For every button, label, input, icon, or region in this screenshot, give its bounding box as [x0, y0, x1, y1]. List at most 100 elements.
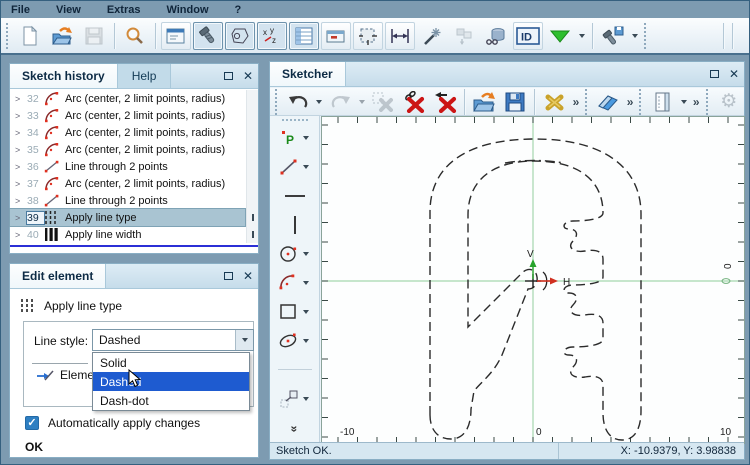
history-scrollbar[interactable] — [246, 90, 258, 243]
parts-copy-button[interactable] — [449, 22, 479, 50]
tool-caret-icon[interactable] — [302, 338, 309, 343]
menu-help[interactable]: ? — [235, 4, 242, 16]
sheet-caret-icon[interactable] — [680, 99, 687, 104]
history-row[interactable]: > 32 Arc (center, 2 limit points, radius… — [10, 90, 258, 107]
arc-tool[interactable] — [278, 268, 312, 297]
tool-caret-icon[interactable] — [302, 251, 309, 256]
expand-chevron-icon[interactable]: > — [15, 94, 27, 104]
toolbar-drag-handle[interactable] — [644, 22, 649, 49]
redo-button[interactable] — [326, 88, 355, 116]
dropdown-option-dashed[interactable]: Dashed — [93, 372, 249, 391]
history-row[interactable]: > 39 Apply line type — [9, 208, 246, 227]
history-row[interactable]: > 38 Line through 2 points — [10, 192, 258, 209]
selection-frame-button[interactable] — [353, 21, 383, 50]
id-button[interactable]: ID — [513, 21, 543, 50]
eraser-button[interactable] — [594, 88, 623, 116]
link-solid-button[interactable] — [481, 22, 511, 50]
dash-dot-segment[interactable] — [504, 159, 565, 164]
expand-chevron-icon[interactable]: > — [15, 145, 27, 155]
point-tool[interactable]: P — [278, 123, 312, 152]
tool-column-expand-chevron[interactable]: » — [288, 426, 302, 433]
maximize-button[interactable] — [704, 62, 724, 86]
toolbar-drag-handle[interactable] — [275, 88, 280, 115]
expand-chevron-icon[interactable]: > — [15, 179, 27, 189]
vertical-line-tool[interactable] — [280, 210, 310, 239]
discard-button[interactable] — [540, 88, 569, 116]
combobox-dropdown-button[interactable] — [235, 330, 253, 350]
delete-last-button[interactable] — [430, 88, 459, 116]
ok-status-label[interactable]: OK — [25, 440, 43, 454]
dropdown-caret-icon[interactable] — [632, 33, 638, 38]
dimension-width-button[interactable] — [385, 21, 415, 50]
tool-caret-icon[interactable] — [302, 309, 309, 314]
tab-sketch-history[interactable]: Sketch history — [10, 64, 118, 88]
history-row[interactable]: > 36 Line through 2 points — [10, 158, 258, 175]
dropdown-option-solid[interactable]: Solid — [93, 353, 249, 372]
menu-window[interactable]: Window — [166, 4, 208, 16]
history-row[interactable]: > 37 Arc (center, 2 limit points, radius… — [10, 175, 258, 192]
delete-selection-button[interactable] — [369, 88, 398, 116]
history-row[interactable]: > 40 Apply line width — [10, 226, 258, 243]
new-document-button[interactable] — [15, 22, 45, 50]
settings-button[interactable]: ⚙ — [714, 88, 743, 116]
menu-file[interactable]: File — [11, 4, 30, 16]
history-row[interactable]: > 34 Arc (center, 2 limit points, radius… — [10, 124, 258, 141]
line-tool[interactable] — [278, 152, 312, 181]
delete-constraint-button[interactable] — [400, 88, 429, 116]
expand-chevron-icon[interactable]: > — [15, 162, 27, 172]
tool-caret-icon[interactable] — [302, 164, 309, 169]
toolbar-drag-handle[interactable] — [6, 22, 11, 49]
expand-chevron-icon[interactable]: > — [15, 128, 27, 138]
tab-edit-element[interactable]: Edit element — [10, 264, 107, 288]
undo-button[interactable] — [284, 88, 313, 116]
magic-wand-button[interactable] — [417, 22, 447, 50]
toolbar-overflow-chevron[interactable]: » — [690, 95, 703, 109]
sheet-button[interactable] — [648, 88, 677, 116]
tool-caret-icon[interactable] — [302, 280, 309, 285]
menu-extras[interactable]: Extras — [107, 4, 141, 16]
circle-tool[interactable] — [278, 239, 312, 268]
history-row[interactable]: > 35 Arc (center, 2 limit points, radius… — [10, 141, 258, 158]
sketch-contour-button[interactable] — [225, 21, 255, 50]
save-button[interactable] — [79, 22, 109, 50]
ellipse-tool[interactable] — [278, 326, 312, 355]
zoom-button[interactable] — [120, 22, 150, 50]
expand-chevron-icon[interactable]: > — [15, 196, 27, 206]
close-button[interactable]: ✕ — [724, 62, 744, 86]
expand-chevron-icon[interactable]: > — [15, 230, 27, 240]
expand-chevron-icon[interactable]: > — [15, 111, 27, 121]
callout-button[interactable] — [321, 21, 351, 50]
tab-help[interactable]: Help — [117, 64, 172, 88]
save-part-button[interactable] — [598, 22, 628, 50]
close-button[interactable]: ✕ — [238, 264, 258, 288]
history-table-button[interactable] — [289, 21, 319, 50]
close-button[interactable]: ✕ — [238, 64, 258, 88]
open-sketch-button[interactable] — [470, 88, 499, 116]
sketch-profile-outline[interactable] — [429, 138, 642, 441]
toolbar-overflow-chevron[interactable]: » — [624, 95, 637, 109]
transform-tool[interactable] — [278, 384, 312, 413]
maximize-button[interactable] — [218, 64, 238, 88]
toolbar-drag-handle[interactable] — [705, 88, 711, 115]
redo-history-caret-icon[interactable] — [359, 99, 366, 104]
sketch-canvas[interactable]: V H -10 0 10 0 — [321, 116, 745, 444]
rectangle-tool[interactable] — [278, 297, 312, 326]
properties-window-button[interactable] — [161, 21, 191, 50]
history-row[interactable]: > 33 Arc (center, 2 limit points, radius… — [10, 107, 258, 124]
tool-caret-icon[interactable] — [302, 135, 309, 140]
tool-caret-icon[interactable] — [302, 396, 309, 401]
expand-chevron-icon[interactable]: > — [15, 213, 27, 223]
insert-direction-button[interactable] — [545, 22, 575, 50]
toolbar-drag-handle[interactable] — [639, 88, 644, 115]
xyz-coordinates-button[interactable]: xyz — [257, 21, 287, 50]
undo-history-caret-icon[interactable] — [316, 99, 323, 104]
save-sketch-button[interactable] — [500, 88, 529, 116]
auto-apply-checkbox[interactable]: ✓ — [25, 416, 39, 430]
dropdown-caret-icon[interactable] — [579, 33, 585, 38]
toolbar-drag-handle[interactable] — [585, 88, 590, 115]
horizontal-line-tool[interactable] — [280, 181, 310, 210]
sketcher-mode-button[interactable] — [193, 21, 223, 50]
tab-sketcher[interactable]: Sketcher — [270, 62, 346, 86]
maximize-button[interactable] — [218, 264, 238, 288]
toolbar-overflow-chevron[interactable]: » — [570, 95, 583, 109]
